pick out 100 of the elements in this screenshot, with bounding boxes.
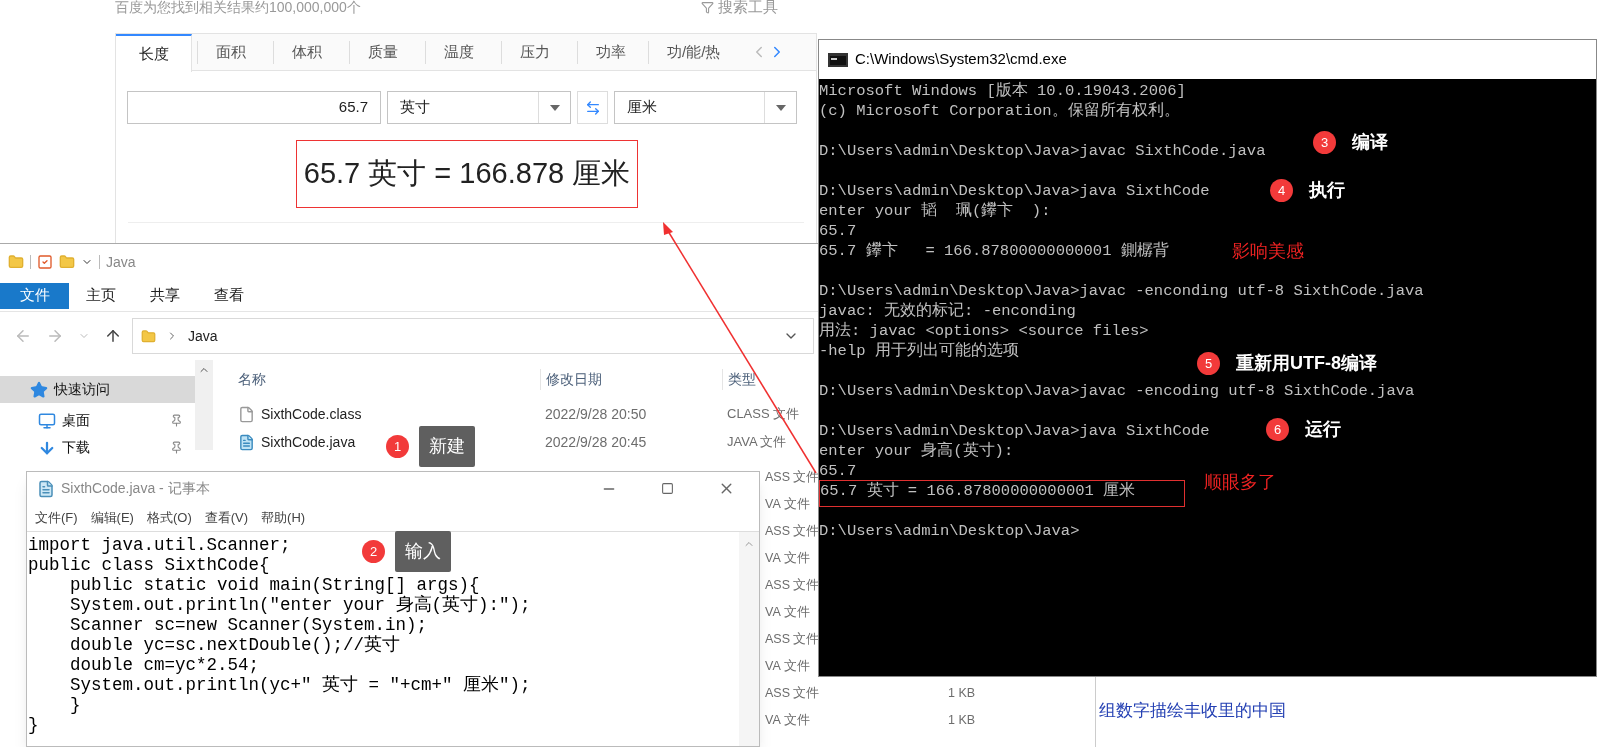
unit-tab[interactable]: 功率	[572, 34, 648, 71]
back-icon[interactable]	[14, 327, 32, 345]
column-header[interactable]: 名称	[213, 369, 540, 390]
console-line: D:\Users\admin\Desktop\Java>javac -enconding utf-8 SixthCode.java	[819, 281, 1424, 301]
console-line: javac: 无效的标记: -enconding	[819, 301, 1076, 321]
file-name: SixthCode.class	[261, 404, 362, 424]
file-type: ASS 文件	[765, 470, 820, 485]
file-type: ASS 文件	[765, 578, 820, 593]
unit-tab[interactable]: 压力	[496, 34, 572, 71]
console-icon	[828, 52, 848, 67]
forward-icon[interactable]	[46, 327, 64, 345]
file-name: SixthCode.java	[261, 432, 356, 452]
console-line: 65.7 鑻卞 = 166.87800000000001 鍘樼背	[819, 241, 1169, 261]
file-type: VA 文件	[765, 659, 810, 674]
file-type: ASS 文件	[765, 686, 820, 701]
swap-icon	[584, 99, 601, 116]
swap-button[interactable]	[577, 91, 608, 124]
menu-item[interactable]: 编辑(E)	[90, 508, 134, 528]
code-line: }	[69, 695, 81, 715]
column-header[interactable]: 类型	[722, 369, 756, 390]
callout-label: 运行	[1305, 418, 1341, 441]
console-line: D:\Users\admin\Desktop\Java>	[819, 521, 1080, 541]
address-bar[interactable]: Java	[132, 318, 814, 354]
code-line: Scanner sc=new Scanner(System.in);	[69, 615, 428, 635]
file-icon	[238, 405, 255, 423]
file-date: 2022/9/28 20:45	[544, 432, 648, 452]
scrollbar[interactable]	[739, 532, 759, 746]
star-icon	[30, 380, 48, 399]
unit-tab[interactable]: 功/能/热	[648, 34, 739, 71]
up-icon[interactable]	[104, 327, 122, 345]
dropdown-icon	[775, 104, 786, 111]
news-link[interactable]: 组数字描绘丰收里的中国	[1099, 701, 1286, 720]
maximize-icon[interactable]	[661, 482, 674, 495]
nav-item[interactable]: 快速访问	[0, 376, 195, 403]
file-type: ASS 文件	[765, 632, 820, 647]
ribbon-tab[interactable]: 查看	[197, 284, 261, 307]
console-line: (c) Microsoft Corporation。保留所有权利。	[819, 101, 1180, 121]
notepad-icon	[37, 479, 55, 498]
window-title: C:\Windows\System32\cmd.exe	[855, 49, 1067, 70]
console-line: 用法: javac <options> <source files>	[819, 321, 1149, 341]
console-line: 65.7	[819, 221, 857, 241]
result-count: 百度为您找到相关结果约100,000,000个	[115, 0, 361, 14]
unit-tab[interactable]: 温度	[420, 34, 496, 71]
unit-tab[interactable]: 体积	[268, 34, 344, 71]
callout-label: 执行	[1309, 179, 1345, 202]
code-line: public static void main(String[] args){	[69, 575, 480, 595]
menu-item[interactable]: 帮助(H)	[261, 508, 306, 528]
window-title: Java	[106, 252, 136, 272]
file-type: VA 文件	[765, 605, 810, 620]
code-line: public class SixthCode{	[28, 555, 270, 575]
value-field[interactable]: 65.7	[127, 91, 381, 124]
column-header[interactable]: 修改日期	[540, 369, 722, 390]
unit-tab[interactable]: 面积	[192, 34, 268, 71]
console-line: D:\Users\admin\Desktop\Java>java SixthCode	[819, 181, 1210, 201]
window-title: SixthCode.java - 记事本	[61, 479, 210, 498]
filter-icon	[700, 0, 714, 14]
unit-tab[interactable]: 长度	[116, 34, 192, 72]
folder-icon[interactable]	[59, 254, 75, 270]
ribbon-tab[interactable]: 主页	[69, 284, 133, 307]
file-type: VA 文件	[765, 713, 810, 728]
console-line: D:\Users\admin\Desktop\Java>java SixthCode	[819, 421, 1210, 441]
from-unit-select[interactable]: 英寸	[387, 91, 571, 124]
folder-icon	[141, 328, 156, 344]
address-text: Java	[188, 326, 218, 346]
unit-tab[interactable]: 质量	[344, 34, 420, 71]
pin-icon[interactable]	[170, 414, 183, 427]
java-file-icon	[238, 433, 255, 451]
console-line: 65.7	[819, 461, 857, 481]
console-line: Microsoft Windows [版本 10.0.19043.2006]	[819, 81, 1186, 101]
file-date: 2022/9/28 20:50	[544, 404, 648, 424]
callout-tooltip: 输入	[395, 531, 451, 572]
nav-item[interactable]: 桌面	[0, 407, 195, 434]
properties-icon[interactable]	[37, 254, 53, 270]
folder-icon[interactable]	[8, 254, 24, 270]
code-line: System.out.println("enter your 身高(英寸):");	[69, 595, 531, 615]
file-size: 1 KB	[948, 685, 976, 703]
note-label: 影响美感	[1232, 240, 1304, 263]
scrollbar[interactable]	[195, 360, 213, 450]
menu-item[interactable]: 文件(F)	[35, 508, 78, 528]
nav-item[interactable]: 下载	[0, 434, 195, 461]
callout-tooltip: 新建	[419, 426, 475, 467]
file-menu-button[interactable]: 文件	[0, 282, 69, 309]
code-line: double yc=sc.nextDouble();//英寸	[69, 635, 401, 655]
console-line: D:\Users\admin\Desktop\Java>javac SixthCode.java	[819, 141, 1266, 161]
console-line: enter your 韬 珮(鑻卞 ):	[819, 201, 1051, 221]
ribbon-tab[interactable]: 共享	[133, 284, 197, 307]
file-type: ASS 文件	[765, 524, 820, 539]
note-label: 顺眼多了	[1204, 471, 1276, 494]
code-line: import java.util.Scanner;	[28, 535, 291, 555]
console-line: -help 用于列出可能的选项	[819, 341, 1019, 361]
console-line: D:\Users\admin\Desktop\Java>javac -encoding utf-8 SixthCode.java	[819, 381, 1415, 401]
to-unit-select[interactable]: 厘米	[614, 91, 797, 124]
code-line: }	[28, 715, 39, 735]
menu-item[interactable]: 查看(V)	[204, 508, 249, 528]
menu-item[interactable]: 格式(O)	[146, 508, 192, 528]
callout-label: 编译	[1352, 131, 1388, 154]
code-line: System.out.println(yc+" 英寸 = "+cm+" 厘米");	[69, 675, 531, 695]
desktop-icon	[38, 411, 56, 430]
file-type: JAVA 文件	[726, 433, 787, 452]
pin-icon[interactable]	[170, 441, 183, 454]
